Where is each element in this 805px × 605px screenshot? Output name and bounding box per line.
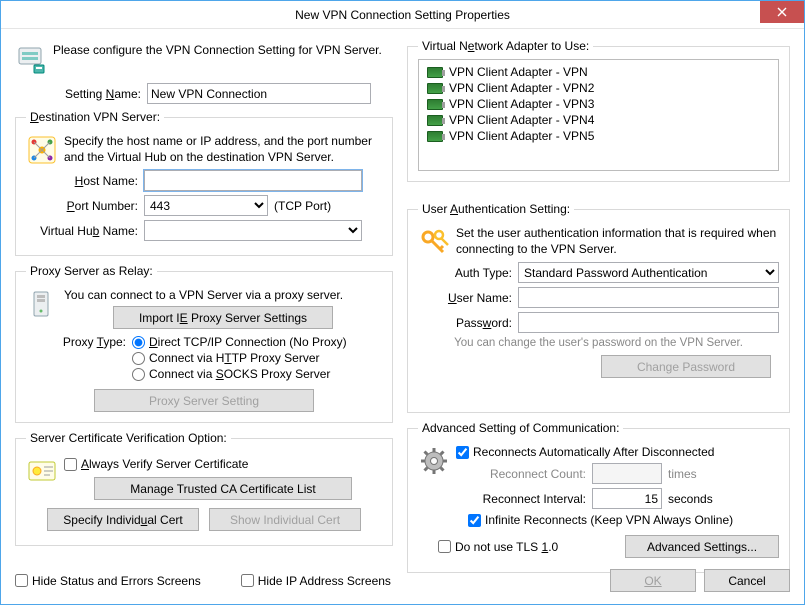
virtual-hub-label: Virtual Hub Name: bbox=[26, 224, 138, 238]
proxy-type-socks[interactable]: Connect via SOCKS Proxy Server bbox=[132, 367, 347, 381]
window-title: New VPN Connection Setting Properties bbox=[295, 8, 510, 22]
titlebar: New VPN Connection Setting Properties bbox=[1, 1, 804, 29]
reconnect-interval-suffix: seconds bbox=[668, 492, 713, 506]
reconnect-interval-label: Reconnect Interval: bbox=[468, 492, 586, 506]
advanced-legend: Advanced Setting of Communication: bbox=[418, 421, 623, 435]
host-name-label: Host Name: bbox=[26, 174, 138, 188]
cert-legend: Server Certificate Verification Option: bbox=[26, 431, 231, 445]
proxy-desc: You can connect to a VPN Server via a pr… bbox=[64, 288, 382, 302]
gear-icon bbox=[418, 445, 450, 477]
specify-individual-cert-button[interactable]: Specify Individual Cert bbox=[47, 508, 199, 531]
network-card-icon bbox=[427, 99, 443, 110]
network-card-icon bbox=[427, 115, 443, 126]
adapter-item[interactable]: VPN Client Adapter - VPN4 bbox=[421, 112, 776, 128]
reconnect-count-input bbox=[592, 463, 662, 484]
destination-desc: Specify the host name or IP address, and… bbox=[64, 134, 382, 165]
adapters-group: Virtual Network Adapter to Use: VPN Clie… bbox=[407, 39, 790, 182]
setting-name-input[interactable] bbox=[147, 83, 371, 104]
reconnect-count-suffix: times bbox=[668, 467, 697, 481]
close-icon bbox=[777, 7, 787, 17]
network-card-icon bbox=[427, 83, 443, 94]
user-name-input[interactable] bbox=[518, 287, 779, 308]
import-ie-proxy-button[interactable]: Import IE Proxy Server Settings bbox=[113, 306, 333, 329]
dialog-window: New VPN Connection Setting Properties Pl… bbox=[0, 0, 805, 605]
network-card-icon bbox=[427, 131, 443, 142]
hub-icon bbox=[26, 134, 58, 166]
password-label: Password: bbox=[418, 316, 512, 330]
user-name-label: User Name: bbox=[418, 291, 512, 305]
hide-status-checkbox[interactable]: Hide Status and Errors Screens bbox=[15, 574, 201, 588]
infinite-reconnects-checkbox[interactable]: Infinite Reconnects (Keep VPN Always Onl… bbox=[468, 513, 779, 527]
proxy-type-direct[interactable]: Direct TCP/IP Connection (No Proxy) bbox=[132, 335, 347, 349]
ok-button: OK bbox=[610, 569, 696, 592]
reconnect-count-label: Reconnect Count: bbox=[468, 467, 586, 481]
auth-type-label: Auth Type: bbox=[418, 266, 512, 280]
adapters-listbox[interactable]: VPN Client Adapter - VPN VPN Client Adapt… bbox=[418, 59, 779, 171]
vpn-server-icon bbox=[15, 43, 47, 75]
destination-group: Destination VPN Server: Specify the host… bbox=[15, 110, 393, 256]
port-number-select[interactable]: 443 bbox=[144, 195, 268, 216]
change-password-button: Change Password bbox=[601, 355, 771, 378]
port-suffix: (TCP Port) bbox=[274, 199, 331, 213]
no-tls10-checkbox[interactable]: Do not use TLS 1.0 bbox=[438, 540, 558, 554]
proxy-type-http[interactable]: Connect via HTTP Proxy Server bbox=[132, 351, 347, 365]
proxy-group: Proxy Server as Relay: You can connect t… bbox=[15, 264, 393, 423]
destination-legend: Destination VPN Server: bbox=[26, 110, 164, 124]
reconnect-auto-checkbox[interactable]: Reconnects Automatically After Disconnec… bbox=[456, 445, 779, 459]
auth-type-select[interactable]: Standard Password Authentication bbox=[518, 262, 779, 283]
close-button[interactable] bbox=[760, 1, 804, 23]
adapters-legend: Virtual Network Adapter to Use: bbox=[418, 39, 593, 53]
proxy-legend: Proxy Server as Relay: bbox=[26, 264, 157, 278]
network-card-icon bbox=[427, 67, 443, 78]
reconnect-interval-input[interactable] bbox=[592, 488, 662, 509]
auth-legend: User Authentication Setting: bbox=[418, 202, 574, 216]
password-input[interactable] bbox=[518, 312, 779, 333]
proxy-server-setting-button: Proxy Server Setting bbox=[94, 389, 314, 412]
cancel-button[interactable]: Cancel bbox=[704, 569, 790, 592]
adapter-item[interactable]: VPN Client Adapter - VPN3 bbox=[421, 96, 776, 112]
auth-desc: Set the user authentication information … bbox=[456, 226, 779, 257]
keys-icon bbox=[418, 226, 450, 258]
setting-name-label: Setting Name: bbox=[15, 87, 141, 101]
proxy-type-label: Proxy Type: bbox=[26, 333, 126, 349]
cert-group: Server Certificate Verification Option: … bbox=[15, 431, 393, 546]
adapter-label: VPN Client Adapter - VPN bbox=[449, 65, 588, 79]
certificate-icon bbox=[26, 455, 58, 487]
hide-ip-checkbox[interactable]: Hide IP Address Screens bbox=[241, 574, 391, 588]
show-individual-cert-button: Show Individual Cert bbox=[209, 508, 361, 531]
password-note: You can change the user's password on th… bbox=[418, 337, 779, 349]
intro-text: Please configure the VPN Connection Sett… bbox=[53, 43, 382, 59]
adapter-label: VPN Client Adapter - VPN5 bbox=[449, 129, 594, 143]
adapter-label: VPN Client Adapter - VPN2 bbox=[449, 81, 594, 95]
auth-group: User Authentication Setting: Set the use… bbox=[407, 202, 790, 413]
port-number-label: Port Number: bbox=[26, 199, 138, 213]
advanced-group: Advanced Setting of Communication: Recon… bbox=[407, 421, 790, 573]
host-name-input[interactable] bbox=[144, 170, 362, 191]
adapter-label: VPN Client Adapter - VPN4 bbox=[449, 113, 594, 127]
virtual-hub-select[interactable] bbox=[144, 220, 362, 241]
manage-trusted-ca-button[interactable]: Manage Trusted CA Certificate List bbox=[94, 477, 352, 500]
proxy-server-icon bbox=[26, 288, 58, 320]
adapter-item[interactable]: VPN Client Adapter - VPN2 bbox=[421, 80, 776, 96]
always-verify-checkbox[interactable]: Always Verify Server Certificate bbox=[64, 457, 382, 471]
adapter-item[interactable]: VPN Client Adapter - VPN5 bbox=[421, 128, 776, 144]
adapter-label: VPN Client Adapter - VPN3 bbox=[449, 97, 594, 111]
advanced-settings-button[interactable]: Advanced Settings... bbox=[625, 535, 779, 558]
adapter-item[interactable]: VPN Client Adapter - VPN bbox=[421, 64, 776, 80]
